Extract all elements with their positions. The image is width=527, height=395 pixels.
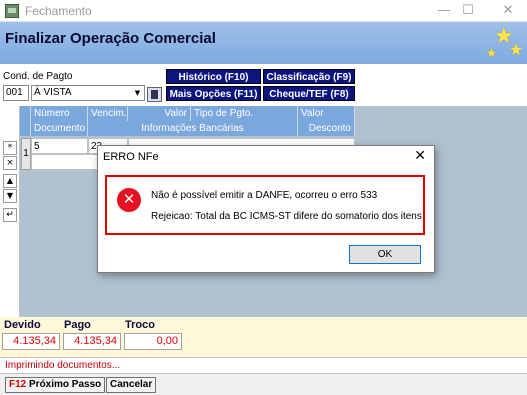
mais-opcoes-button[interactable]: Mais Opções (F11) bbox=[166, 86, 261, 101]
error-message-line2: Rejeicao: Total da BC ICMS-ST difere do … bbox=[151, 211, 422, 222]
move-down-icon[interactable]: ▼ bbox=[3, 189, 17, 203]
col-numero: Número bbox=[31, 106, 88, 121]
troco-label: Troco bbox=[125, 319, 155, 331]
col-desconto: Desconto bbox=[298, 121, 355, 136]
cell-numero[interactable]: 5 bbox=[31, 138, 88, 154]
error-message-line1: Não é possível emitir a DANFE, ocorreu o… bbox=[151, 190, 378, 201]
col-valor-moeda: Valor Moeda bbox=[298, 106, 355, 134]
status-text: Imprimindo documentos... bbox=[5, 360, 121, 371]
enter-icon[interactable]: ↵ bbox=[3, 208, 17, 222]
dialog-close-icon[interactable]: ✕ bbox=[414, 148, 426, 164]
dialog-message-box: ✕ Não é possível emitir a DANFE, ocorreu… bbox=[105, 175, 425, 235]
ok-button[interactable]: OK bbox=[349, 245, 421, 264]
cond-pagto-value: À VISTA bbox=[34, 87, 72, 98]
error-icon: ✕ bbox=[117, 188, 141, 212]
row-indicator: 1 bbox=[21, 138, 31, 170]
page-title: Finalizar Operação Comercial bbox=[5, 30, 216, 47]
cond-pagto-label: Cond. de Pagto bbox=[3, 71, 73, 82]
pago-label: Pago bbox=[64, 319, 91, 331]
col-documento: Documento bbox=[31, 121, 88, 136]
cond-code-input[interactable]: 001 bbox=[3, 85, 29, 101]
historico-button[interactable]: Histórico (F10) bbox=[166, 69, 261, 84]
chevron-down-icon: ▼ bbox=[134, 89, 141, 97]
col-info-bancarias: Informações Bancárias bbox=[88, 121, 298, 136]
footer-bar: F12 Próximo Passo Cancelar bbox=[0, 374, 527, 395]
f12-key-label: F12 bbox=[9, 379, 27, 390]
cancelar-button[interactable]: Cancelar bbox=[106, 377, 157, 393]
pago-value: 4.135,34 bbox=[63, 333, 121, 350]
window-titlebar: Fechamento — ☐ ✕ bbox=[0, 0, 527, 22]
close-window-button[interactable]: ✕ bbox=[491, 0, 525, 22]
status-bar: Imprimindo documentos... bbox=[0, 357, 527, 374]
window-title: Fechamento bbox=[25, 4, 92, 18]
proximo-passo-button[interactable]: F12 Próximo Passo bbox=[5, 377, 106, 393]
devido-label: Devido bbox=[4, 319, 41, 331]
classificacao-button[interactable]: Classificação (F9) bbox=[263, 69, 355, 84]
star-icon: ★ bbox=[486, 46, 497, 60]
cheque-tef-button[interactable]: Cheque/TEF (F8) bbox=[263, 86, 355, 101]
maximize-button[interactable]: ☐ bbox=[451, 0, 485, 22]
delete-icon[interactable]: × bbox=[3, 156, 17, 170]
error-dialog: ERRO NFe ✕ ✕ Não é possível emitir a DAN… bbox=[97, 145, 435, 273]
devido-value: 4.135,34 bbox=[2, 333, 60, 350]
move-up-icon[interactable]: ▲ bbox=[3, 174, 17, 188]
troco-value: 0,00 bbox=[124, 333, 182, 350]
star-icon: ★ bbox=[509, 40, 524, 59]
app-icon bbox=[5, 4, 19, 18]
grid-corner bbox=[20, 106, 31, 136]
col-valor: Valor bbox=[128, 106, 191, 121]
calculator-icon[interactable] bbox=[147, 87, 162, 102]
cond-pagto-select[interactable]: À VISTA ▼ bbox=[31, 85, 145, 101]
proximo-passo-label: Próximo Passo bbox=[29, 379, 102, 390]
dialog-title: ERRO NFe bbox=[103, 151, 159, 163]
col-tipo-pgto: Tipo de Pgto. bbox=[191, 106, 298, 121]
header-band: Finalizar Operação Comercial ★ ★ ★ bbox=[0, 22, 527, 64]
col-vencim: Vencim. bbox=[88, 106, 128, 121]
asterisk-icon[interactable]: * bbox=[3, 141, 17, 155]
